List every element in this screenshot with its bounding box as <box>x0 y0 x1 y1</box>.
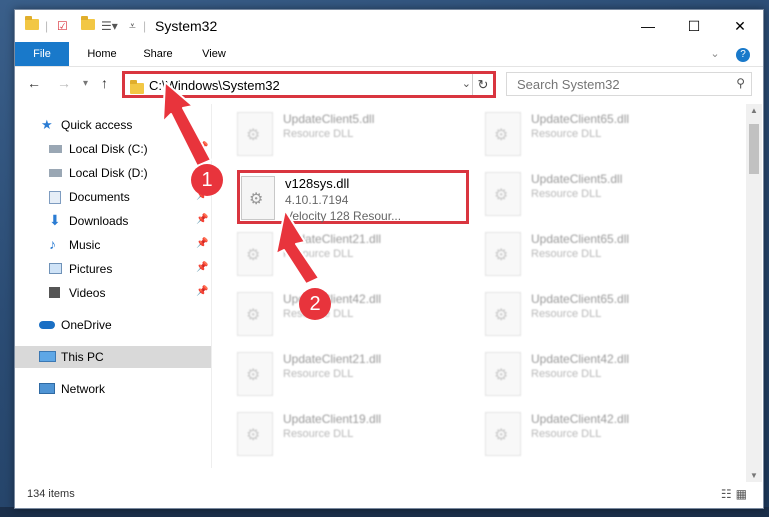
step-2-badge: 2 <box>299 288 331 320</box>
step-1-badge: 1 <box>191 164 223 196</box>
arrow-1 <box>162 81 212 167</box>
annotation-arrows <box>162 81 320 285</box>
arrow-2 <box>275 209 320 285</box>
file-explorer-window: | ☑ ☰▾ ⩡ | System32 — ☐ ✕ File Home Shar… <box>14 9 764 509</box>
